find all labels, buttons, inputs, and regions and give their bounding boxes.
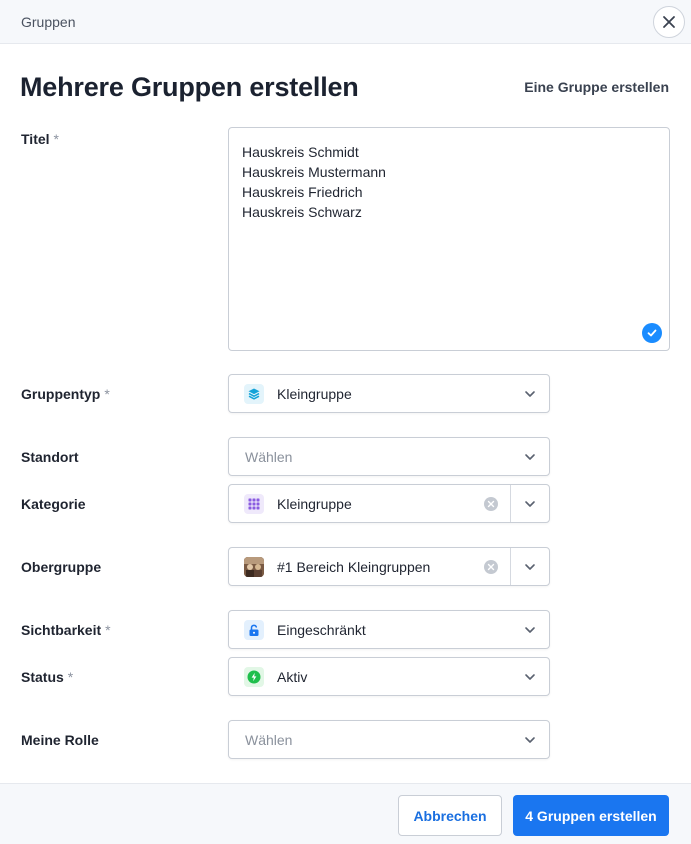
titel-line: Hauskreis Mustermann — [242, 164, 386, 180]
chevron-down-icon[interactable] — [524, 451, 536, 463]
gruppentyp-value: Kleingruppe — [277, 386, 352, 402]
kategorie-label: Kategorie — [21, 496, 86, 512]
sichtbarkeit-label-text: Sichtbarkeit — [21, 622, 102, 638]
sichtbarkeit-value: Eingeschränkt — [277, 622, 366, 638]
gruppentyp-select[interactable]: Kleingruppe — [228, 374, 550, 413]
sichtbarkeit-select[interactable]: Eingeschränkt — [228, 610, 550, 649]
status-select[interactable]: Aktiv — [228, 657, 550, 696]
close-icon — [663, 16, 675, 28]
meine-rolle-placeholder: Wählen — [245, 732, 293, 748]
standort-select[interactable]: Wählen — [228, 437, 550, 476]
chevron-down-icon[interactable] — [524, 671, 536, 683]
clear-icon[interactable] — [484, 560, 498, 574]
obergruppe-label: Obergruppe — [21, 559, 101, 575]
meine-rolle-select[interactable]: Wählen — [228, 720, 550, 759]
obergruppe-value: #1 Bereich Kleingruppen — [277, 559, 431, 575]
required-marker: * — [67, 669, 74, 685]
titel-line: Hauskreis Schmidt — [242, 144, 359, 160]
titel-label-text: Titel — [21, 131, 50, 147]
cancel-button[interactable]: Abbrechen — [398, 795, 502, 836]
layers-icon — [244, 384, 264, 404]
kategorie-label-text: Kategorie — [21, 496, 86, 512]
required-marker: * — [104, 386, 110, 402]
close-button[interactable] — [653, 6, 685, 38]
status-label: Status * — [21, 669, 73, 685]
select-divider — [510, 548, 511, 585]
sichtbarkeit-label: Sichtbarkeit * — [21, 622, 111, 638]
standort-label-text: Standort — [21, 449, 79, 465]
titel-textarea[interactable]: Hauskreis Schmidt Hauskreis Mustermann H… — [228, 127, 670, 351]
bolt-icon — [244, 667, 264, 687]
group-avatar — [244, 557, 264, 577]
gruppentyp-label: Gruppentyp * — [21, 386, 110, 402]
chevron-down-icon[interactable] — [524, 734, 536, 746]
kategorie-select[interactable]: Kleingruppe — [228, 484, 550, 523]
breadcrumb[interactable]: Gruppen — [21, 14, 75, 30]
page-title: Mehrere Gruppen erstellen — [20, 72, 359, 102]
top-bar: Gruppen — [0, 0, 691, 44]
chevron-down-icon[interactable] — [524, 624, 536, 636]
grid-icon — [244, 494, 264, 514]
titel-label: Titel * — [21, 131, 59, 147]
kategorie-value: Kleingruppe — [277, 496, 352, 512]
obergruppe-label-text: Obergruppe — [21, 559, 102, 575]
chevron-down-icon[interactable] — [524, 388, 536, 400]
gruppentyp-label-text: Gruppentyp — [21, 386, 101, 402]
chevron-down-icon[interactable] — [524, 498, 536, 510]
meine-rolle-label-text: Meine Rolle — [21, 732, 99, 748]
clear-icon[interactable] — [484, 497, 498, 511]
standort-label: Standort — [21, 449, 79, 465]
titel-line: Hauskreis Friedrich — [242, 184, 363, 200]
valid-check-icon — [642, 323, 662, 343]
chevron-down-icon[interactable] — [524, 561, 536, 573]
create-groups-button[interactable]: 4 Gruppen erstellen — [513, 795, 669, 836]
titel-line: Hauskreis Schwarz — [242, 204, 362, 220]
required-marker: * — [53, 131, 59, 147]
status-label-text: Status — [21, 669, 64, 685]
obergruppe-select[interactable]: #1 Bereich Kleingruppen — [228, 547, 550, 586]
standort-placeholder: Wählen — [245, 449, 293, 465]
meine-rolle-label: Meine Rolle — [21, 732, 99, 748]
required-marker: * — [105, 622, 111, 638]
unlock-icon — [244, 620, 264, 640]
status-value: Aktiv — [277, 669, 308, 685]
select-divider — [510, 485, 511, 522]
single-group-link[interactable]: Eine Gruppe erstellen — [524, 79, 669, 95]
